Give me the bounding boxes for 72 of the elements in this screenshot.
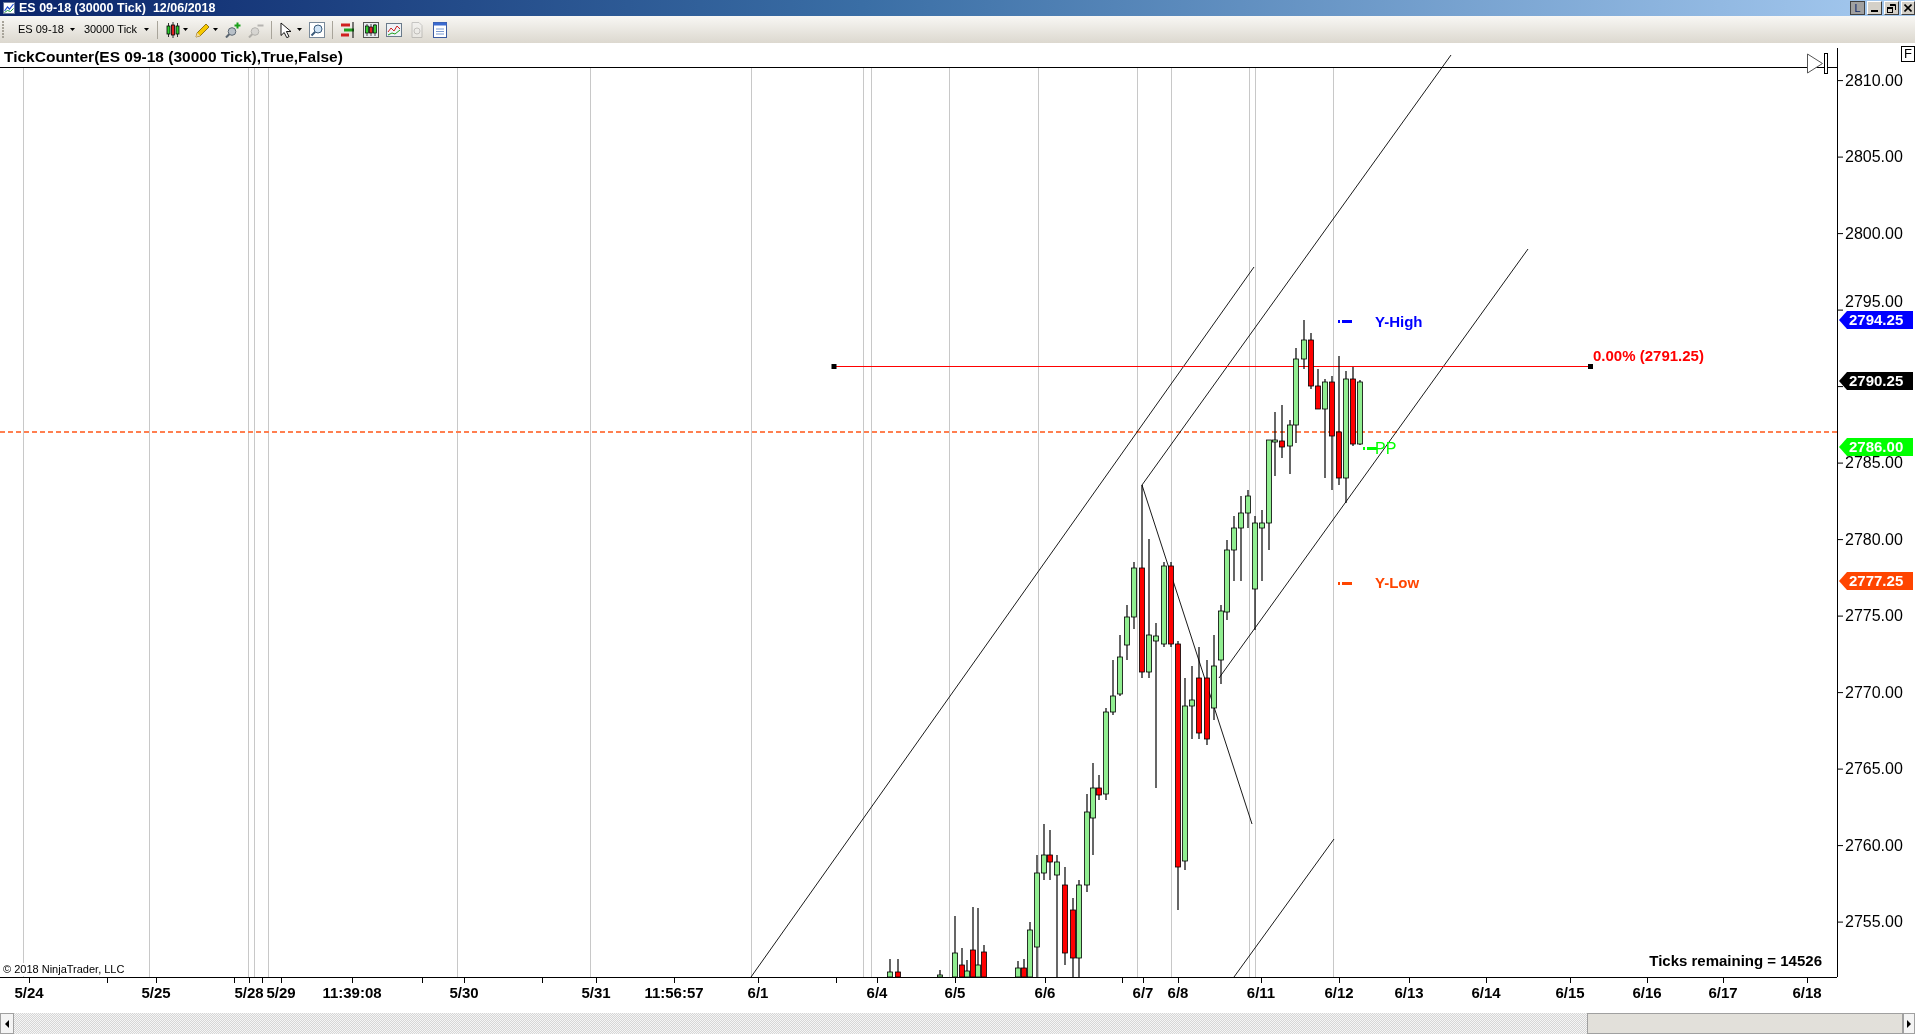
indicator-label: TickCounter(ES 09-18 (30000 Tick),True,False) [4,48,343,66]
price-marker: 2794.25 [1839,311,1913,329]
chart-icon [3,2,15,14]
letter-button[interactable]: L [1850,1,1865,15]
time-axis-label: 5/30 [449,984,479,1002]
time-axis-label: 5/24 [14,984,44,1002]
price-marker: 2786.00 [1839,438,1913,456]
right-arrow-icon [1907,1019,1911,1028]
price-marker: 2790.25 [1839,372,1913,390]
time-axis-label: 6/13 [1394,984,1424,1002]
pencil-icon [195,21,212,38]
level-label: Y-Low [1375,574,1420,592]
time-axis-label: 6/15 [1555,984,1585,1002]
time-axis-label: 6/16 [1632,984,1662,1002]
close-button[interactable] [1901,1,1915,15]
price-axis-label: 2800.00 [1845,225,1903,243]
price-axis-label: 2775.00 [1845,607,1903,625]
corner-button[interactable]: F [1901,46,1915,62]
page-icon [409,21,426,38]
time-axis-label: 6/18 [1792,984,1822,1002]
minimize-button[interactable] [1867,1,1882,15]
time-axis-label: 6/4 [866,984,888,1002]
scroll-right-button[interactable] [1903,1013,1915,1034]
fibonacci-label: 0.00% (2791.25) [1593,347,1704,365]
time-axis-label: 5/28 [234,984,264,1002]
time-axis-label: 6/5 [944,984,966,1002]
price-axis-label: 2780.00 [1845,531,1903,549]
copyright-text: © 2018 NinjaTrader, LLC [3,963,125,976]
caret-icon [144,28,150,31]
window-title: ES 09-18 (30000 Tick) 12/06/2018 [19,1,216,15]
price-axis-label: 2765.00 [1845,760,1903,778]
left-arrow-icon [5,1019,9,1028]
price-marker: 2777.25 [1839,572,1913,590]
scroll-left-button[interactable] [0,1013,14,1034]
time-axis-label: 6/1 [747,984,769,1002]
time-axis-label: 6/17 [1708,984,1738,1002]
minimize-icon [1871,10,1878,12]
magnifier-plus-icon [225,21,242,38]
candlestick-chart-icon [363,21,380,38]
time-axis-label: 6/11 [1246,984,1276,1002]
restore-icon [1887,3,1896,13]
price-axis-label: 2785.00 [1845,454,1903,472]
close-icon [1904,4,1912,12]
caret-icon [69,28,75,31]
candlestick-icon [165,21,182,38]
price-axis-label: 2805.00 [1845,148,1903,166]
ticks-remaining-label: Ticks remaining = 14526 [1649,952,1822,970]
price-axis-label: 2810.00 [1845,72,1903,90]
magnifier-icon [309,21,326,38]
window-icon [432,21,449,38]
bar-chart-icon [340,21,357,38]
price-axis-label: 2755.00 [1845,913,1903,931]
instrument-dropdown[interactable]: ES 09-18 [15,19,78,40]
time-axis-label: 11:39:08 [322,984,382,1002]
price-axis-label: 2770.00 [1845,684,1903,702]
skip-to-end-icon[interactable] [1807,53,1829,74]
price-axis-label: 2795.00 [1845,293,1903,311]
time-axis-label: 6/12 [1324,984,1354,1002]
time-axis-label: 6/8 [1167,984,1189,1002]
interval-dropdown[interactable]: 30000 Tick [80,19,153,40]
time-axis-label: 5/31 [581,984,611,1002]
scrollbar-thumb[interactable] [1587,1013,1903,1034]
line-chart-icon [386,21,403,38]
time-axis-label: 5/29 [266,984,296,1002]
time-axis-label: 5/25 [141,984,171,1002]
price-axis-label: 2760.00 [1845,837,1903,855]
time-axis-label: 6/14 [1471,984,1501,1002]
restore-button[interactable] [1884,1,1899,15]
time-axis-label: 11:56:57 [644,984,704,1002]
time-axis-label: 6/6 [1034,984,1056,1002]
level-label: Y-High [1375,313,1423,331]
time-axis-label: 6/7 [1132,984,1154,1002]
